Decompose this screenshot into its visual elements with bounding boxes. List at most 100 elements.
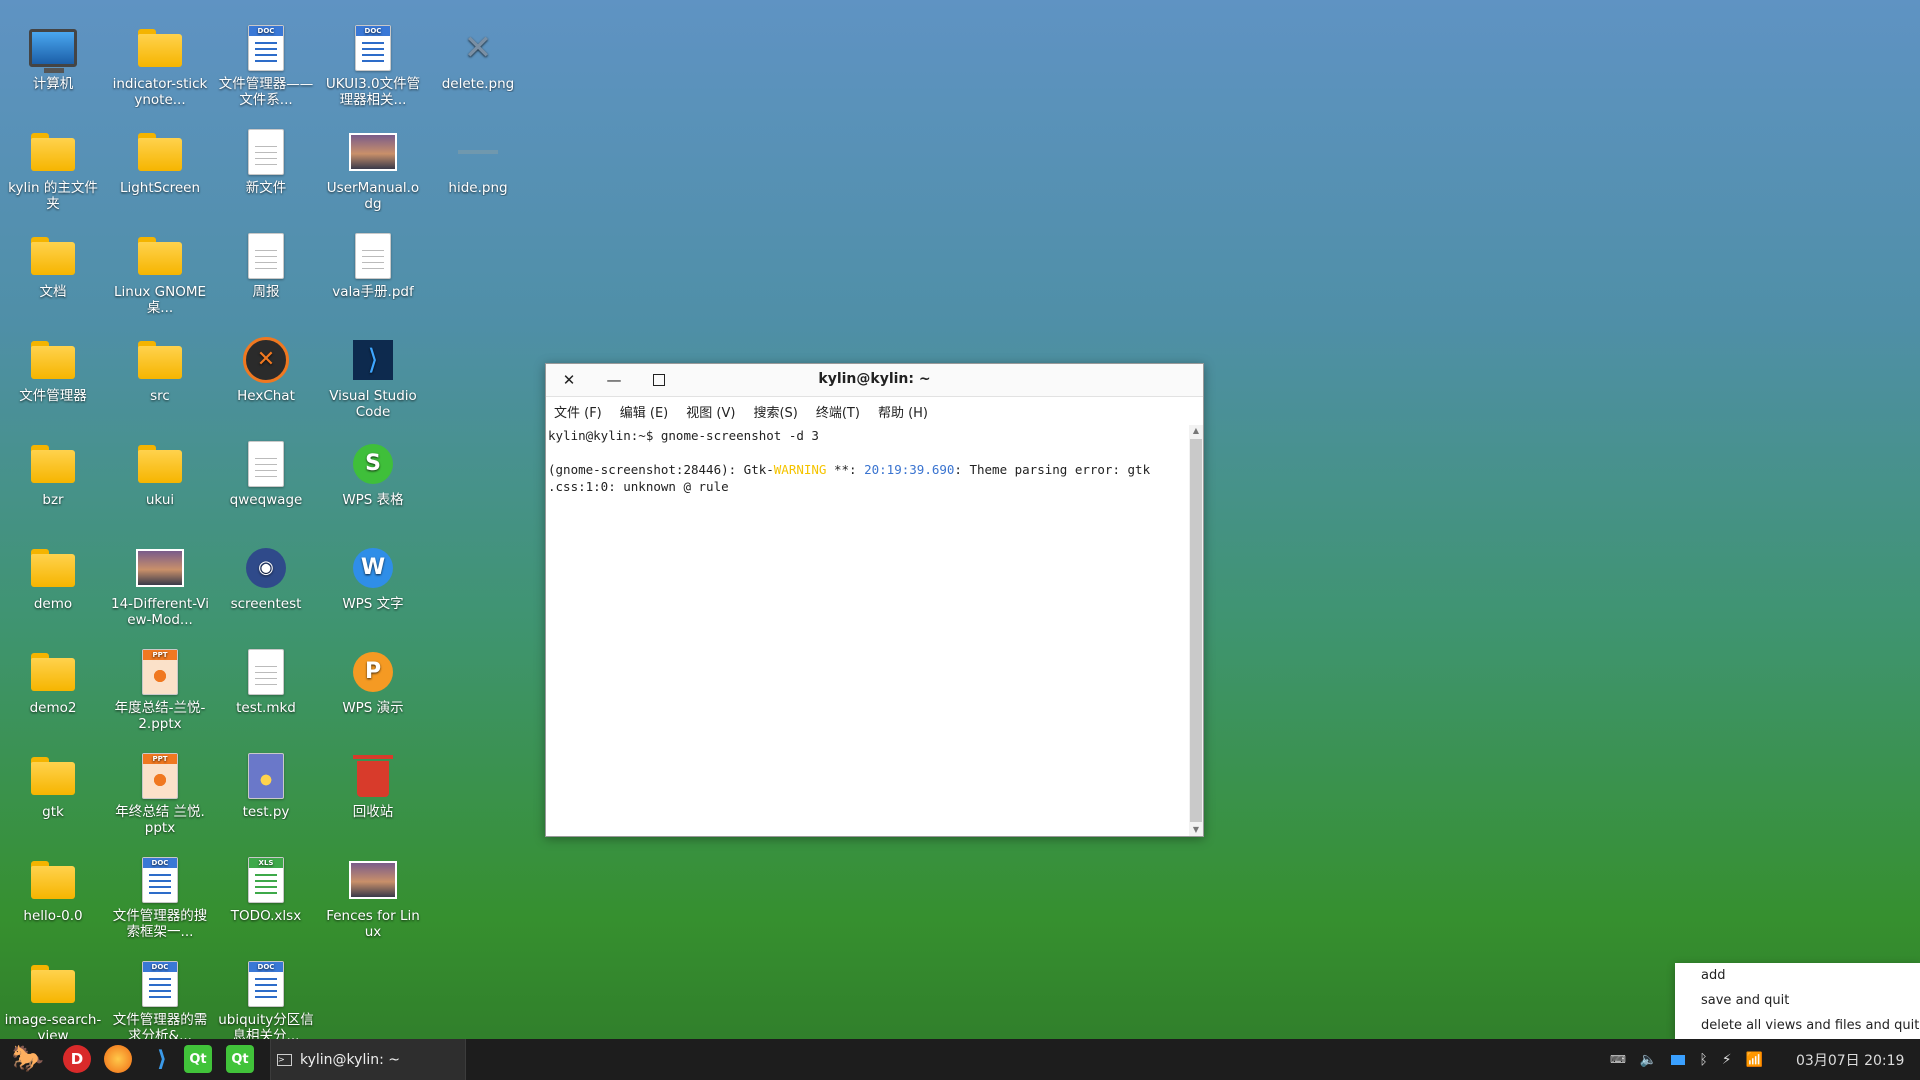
menu-item-save-quit[interactable]: save and quit <box>1675 988 1920 1013</box>
desktop-icon-label: bzr <box>42 492 64 508</box>
desktop-icon-label: Visual Studio Code <box>329 388 417 420</box>
menu-edit[interactable]: 编辑 (E) <box>620 402 669 421</box>
desktop-icon-linux-gnome[interactable]: Linux GNOME桌... <box>111 232 209 316</box>
terminal-titlebar[interactable]: ✕ — kylin@kylin: ~ <box>546 364 1203 397</box>
desktop-icon-todo-xlsx[interactable]: XLS TODO.xlsx <box>217 856 315 924</box>
desktop-icon-label: test.mkd <box>236 700 296 716</box>
desktop-icon-image-search-view[interactable]: image-search-view <box>4 960 102 1044</box>
desktop-icon-fences[interactable]: Fences for Linux <box>324 856 422 940</box>
desktop-icon-kylin-home[interactable]: kylin 的主文件夹 <box>4 128 102 212</box>
folder-icon <box>136 336 184 384</box>
firefox-icon[interactable] <box>104 1045 132 1073</box>
desktop-icon-bzr[interactable]: bzr <box>4 440 102 508</box>
bluetooth-icon[interactable]: ᛒ <box>1699 1052 1707 1068</box>
taskbar-app-d[interactable]: D <box>63 1045 91 1073</box>
desktop-icon-14-different[interactable]: 14-Different-View-Mod... <box>111 544 209 628</box>
menu-help[interactable]: 帮助 (H) <box>878 402 928 421</box>
display-icon[interactable] <box>1671 1054 1686 1065</box>
scrollbar-thumb[interactable] <box>1190 439 1202 822</box>
python-icon <box>242 752 290 800</box>
desktop-icon-label: TODO.xlsx <box>230 908 302 924</box>
desktop-icon-label: HexChat <box>237 388 295 404</box>
menu-view[interactable]: 视图 (V) <box>686 402 735 421</box>
menu-item-delete-all-quit[interactable]: delete all views and files and quit <box>1675 1013 1920 1038</box>
desktop-icon-ukui-doc[interactable]: DOC UKUI3.0文件管理器相关... <box>324 24 422 108</box>
desktop-icon-delete-png[interactable]: ✕ delete.png <box>429 24 527 92</box>
desktop-icon-label: WPS 文字 <box>342 596 404 612</box>
desktop-icon-indicator-stickynotes[interactable]: indicator-stickynote... <box>111 24 209 108</box>
desktop-icon-test-mkd[interactable]: test.mkd <box>217 648 315 716</box>
desktop-icon-vscode[interactable]: ⟩ Visual Studio Code <box>324 336 422 420</box>
desktop-icon-hexchat[interactable]: ✕ HexChat <box>217 336 315 404</box>
photo-icon <box>136 544 184 592</box>
kylin-logo-icon: 🐎 <box>11 1044 45 1074</box>
folder-icon <box>136 128 184 176</box>
desktop-icon-annual-ppt2[interactable]: PPT 年度总结-兰悦-2.pptx <box>111 648 209 732</box>
keyboard-icon[interactable]: ⌨ <box>1610 1053 1626 1066</box>
desktop-icon-label: demo2 <box>29 700 77 716</box>
desktop-icon-docs[interactable]: 文档 <box>4 232 102 300</box>
desktop-icon-lightscreen[interactable]: LightScreen <box>111 128 209 196</box>
menu-item-add[interactable]: add <box>1675 963 1920 988</box>
desktop-icon-wps-writer[interactable]: W WPS 文字 <box>324 544 422 612</box>
desktop-icon-test-py[interactable]: test.py <box>217 752 315 820</box>
desktop-icon-fm-req-doc[interactable]: DOC 文件管理器的需求分析&... <box>111 960 209 1044</box>
desktop-icon-hide-png[interactable]: hide.png <box>429 128 527 196</box>
vscode-icon[interactable]: ⟩ <box>146 1043 178 1075</box>
power-icon[interactable]: ⚡ <box>1722 1052 1732 1068</box>
desktop-icon-fm-search-doc[interactable]: DOC 文件管理器的搜索框架一... <box>111 856 209 940</box>
doc-icon: DOC <box>136 960 184 1008</box>
wifi-icon[interactable]: 📶 <box>1746 1052 1763 1068</box>
folder-icon <box>136 24 184 72</box>
menu-terminal[interactable]: 终端(T) <box>816 402 860 421</box>
scroll-up-icon[interactable]: ▲ <box>1189 425 1203 437</box>
volume-icon[interactable]: 🔈 <box>1640 1052 1657 1068</box>
menu-file[interactable]: 文件 (F) <box>554 402 602 421</box>
taskbar-task-terminal[interactable]: > kylin@kylin: ~ <box>270 1039 466 1080</box>
desktop-icon-qweqwage[interactable]: qweqwage <box>217 440 315 508</box>
desktop-icon-file-manager[interactable]: 文件管理器 <box>4 336 102 404</box>
terminal-window[interactable]: ✕ — kylin@kylin: ~ 文件 (F) 编辑 (E) 视图 (V) … <box>545 363 1204 837</box>
plain-icon <box>349 232 397 280</box>
vscode-icon: ⟩ <box>349 336 397 384</box>
desktop-icon-src[interactable]: src <box>111 336 209 404</box>
desktop-icon-label: 14-Different-View-Mod... <box>111 596 209 628</box>
terminal-output[interactable]: kylin@kylin:~$ gnome-screenshot -d 3 (gn… <box>546 425 1187 836</box>
qt-creator-icon[interactable]: Qt <box>184 1045 212 1073</box>
desktop-icon-trash[interactable]: 回收站 <box>324 752 422 820</box>
desktop-icon-label: test.py <box>242 804 290 820</box>
desktop-icon-label: 文档 <box>39 284 67 300</box>
qt-designer-icon[interactable]: Qt <box>226 1045 254 1073</box>
desktop-icon-usermanual[interactable]: UserManual.odg <box>324 128 422 212</box>
desktop-icon-ubiquity-doc[interactable]: DOC ubiquity分区信息相关分... <box>217 960 315 1044</box>
desktop-icon-label: 文件管理器的搜索框架一... <box>112 908 208 940</box>
desktop-icon-demo2[interactable]: demo2 <box>4 648 102 716</box>
desktop-icon-label: kylin 的主文件夹 <box>8 180 98 212</box>
desktop-icon-wps-present[interactable]: P WPS 演示 <box>324 648 422 716</box>
terminal-scrollbar[interactable]: ▲ ▼ <box>1189 425 1203 836</box>
scroll-down-icon[interactable]: ▼ <box>1189 824 1203 836</box>
taskbar: 🐎 D ⟩ Qt Qt > kylin@kylin: ~ ⌨ 🔈 ᛒ ⚡ 📶 0… <box>0 1039 1920 1080</box>
start-menu-button[interactable]: 🐎 <box>12 1043 44 1075</box>
desktop-icon-label: Fences for Linux <box>326 908 420 940</box>
desktop-icon-gtk[interactable]: gtk <box>4 752 102 820</box>
desktop-icon-vala-pdf[interactable]: vala手册.pdf <box>324 232 422 300</box>
desktop-icon-hello[interactable]: hello-0.0 <box>4 856 102 924</box>
desktop-icon-computer[interactable]: 计算机 <box>4 24 102 92</box>
desktop-icon-label: 计算机 <box>32 76 74 92</box>
blank-icon <box>454 128 502 176</box>
wps-s-icon: S <box>349 440 397 488</box>
clock[interactable]: 03月07日 20:19 <box>1796 1039 1904 1080</box>
desktop-icon-wps-sheet[interactable]: S WPS 表格 <box>324 440 422 508</box>
desktop-icon-label: 年终总结 兰悦.pptx <box>115 804 205 836</box>
system-tray: ⌨ 🔈 ᛒ ⚡ 📶 <box>1610 1039 1763 1080</box>
prompt-line: kylin@kylin:~$ gnome-screenshot -d 3 <box>548 428 819 443</box>
desktop-icon-demo[interactable]: demo <box>4 544 102 612</box>
desktop-icon-weekly[interactable]: 周报 <box>217 232 315 300</box>
desktop-icon-ukui[interactable]: ukui <box>111 440 209 508</box>
menu-search[interactable]: 搜索(S) <box>753 402 797 421</box>
desktop-icon-screentest[interactable]: ◉ screentest <box>217 544 315 612</box>
desktop-icon-new-file[interactable]: 新文件 <box>217 128 315 196</box>
desktop-icon-yearend-ppt[interactable]: PPT 年终总结 兰悦.pptx <box>111 752 209 836</box>
desktop-icon-fm-doc1[interactable]: DOC 文件管理器——文件系... <box>217 24 315 108</box>
